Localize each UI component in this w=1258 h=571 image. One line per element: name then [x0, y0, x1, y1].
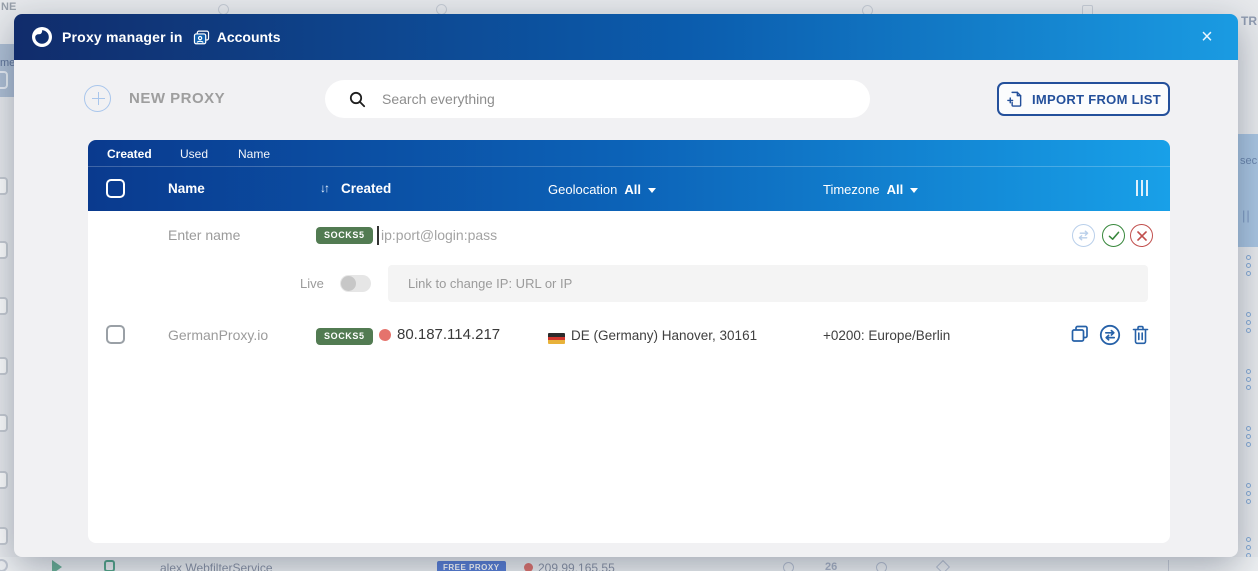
- avatar: [0, 559, 8, 571]
- tab-name[interactable]: Name: [238, 147, 270, 161]
- background-text-fragment: ||: [1242, 208, 1251, 223]
- live-label: Live: [300, 276, 324, 291]
- kebab-menu-icon: [1246, 483, 1252, 507]
- browser-icon: [104, 560, 115, 571]
- new-proxy-label: NEW PROXY: [129, 90, 226, 107]
- sort-tabs: Created Used Name: [88, 140, 1170, 167]
- import-file-icon: [1007, 91, 1022, 107]
- kebab-menu-icon: [1246, 255, 1252, 279]
- search-bar: [325, 80, 870, 118]
- change-ip-link-input[interactable]: [388, 265, 1148, 302]
- copy-icon[interactable]: [1070, 324, 1090, 344]
- tab-used[interactable]: Used: [180, 147, 208, 161]
- new-proxy-button[interactable]: NEW PROXY: [84, 85, 225, 112]
- background-checkbox: [0, 471, 8, 489]
- column-header-row: Name ↓↑ Created Geolocation All Timezone A…: [88, 167, 1170, 210]
- toggle-knob: [341, 276, 356, 291]
- proxy-address-input[interactable]: [381, 221, 681, 249]
- profile-name: alex WebfilterService: [160, 561, 273, 571]
- background-right-header: sec ||: [1238, 134, 1258, 247]
- search-input[interactable]: [382, 91, 802, 107]
- background-text-fragment: sec: [1240, 155, 1258, 167]
- protocol-badge: SOCKS5: [316, 328, 373, 345]
- background-icon-fragment: [783, 562, 794, 571]
- column-name: Name: [168, 181, 205, 196]
- search-icon: [349, 91, 366, 107]
- chevron-down-icon: [910, 188, 919, 194]
- accounts-icon: [193, 30, 210, 45]
- background-checkbox: [0, 414, 8, 432]
- text-cursor: [377, 226, 379, 245]
- status-dot: [524, 563, 533, 571]
- protocol-badge[interactable]: SOCKS5: [316, 227, 373, 244]
- modal-title: Proxy manager in: [62, 29, 183, 45]
- count-fragment: 26: [825, 561, 838, 571]
- play-icon: [52, 560, 62, 571]
- proxy-name-input[interactable]: [168, 221, 308, 249]
- geolocation-filter-value: All: [624, 182, 642, 197]
- background-checkbox: [0, 527, 8, 545]
- timezone-filter[interactable]: Timezone All: [823, 182, 919, 197]
- background-text-fragment: TR: [1241, 14, 1257, 28]
- background-checkbox: [0, 297, 8, 315]
- status-dot: [379, 329, 391, 341]
- timezone-filter-value: All: [886, 182, 904, 197]
- proxy-table: Created Used Name Name ↓↑ Created Geoloc…: [88, 140, 1170, 543]
- live-toggle[interactable]: [340, 275, 371, 292]
- columns-settings-icon[interactable]: [1136, 180, 1148, 196]
- modal-header: Proxy manager in Accounts ×: [14, 14, 1238, 60]
- screen: NE me TR sec || alex WebfilterService FR…: [0, 0, 1258, 571]
- background-text-fragment: NE: [1, 1, 17, 13]
- kebab-menu-icon: [1246, 369, 1252, 393]
- confirm-icon[interactable]: [1102, 224, 1125, 247]
- proxy-timezone: +0200: Europe/Berlin: [823, 328, 951, 343]
- column-timezone: Timezone: [823, 182, 880, 197]
- column-created[interactable]: Created: [341, 181, 391, 196]
- germany-flag-icon: [548, 333, 565, 344]
- select-all-checkbox[interactable]: [106, 179, 125, 198]
- import-from-list-button[interactable]: IMPORT FROM LIST: [997, 82, 1170, 116]
- row-checkbox[interactable]: [106, 325, 125, 344]
- delete-icon[interactable]: [1131, 324, 1150, 345]
- tab-created[interactable]: Created: [107, 147, 152, 161]
- column-geolocation: Geolocation: [548, 182, 618, 197]
- background-icon-fragment: [876, 562, 887, 571]
- geolocation-filter[interactable]: Geolocation All: [548, 182, 657, 197]
- modal-context: Accounts: [216, 29, 281, 45]
- background-checkbox: [0, 71, 8, 89]
- import-label: IMPORT FROM LIST: [1031, 91, 1161, 107]
- plus-circle-icon: [84, 85, 111, 112]
- background-checkbox: [0, 177, 8, 195]
- background-text-fragment: me: [0, 57, 16, 69]
- background-checkbox: [0, 357, 8, 375]
- background-checkbox: [0, 241, 8, 259]
- proxy-ip: 209.99.165.55: [538, 561, 615, 571]
- proxy-ip: 80.187.114.217: [397, 326, 501, 343]
- kebab-menu-icon: [1246, 312, 1252, 336]
- table-header-area: Created Used Name Name ↓↑ Created Geoloc…: [88, 140, 1170, 211]
- proxy-type-badge: FREE PROXY: [437, 561, 506, 571]
- cancel-icon[interactable]: [1130, 224, 1153, 247]
- kebab-menu-icon: [1246, 426, 1252, 450]
- browser-logo-icon: [32, 27, 52, 47]
- proxy-geolocation: DE (Germany) Hanover, 30161: [571, 328, 758, 343]
- chevron-down-icon: [648, 188, 657, 194]
- check-proxy-icon[interactable]: [1072, 224, 1095, 247]
- proxy-manager-modal: Proxy manager in Accounts × NEW PROXY Se…: [14, 14, 1238, 557]
- sort-direction-icon[interactable]: ↓↑: [320, 181, 330, 195]
- table-body: SOCKS5: [88, 211, 1170, 543]
- change-ip-icon[interactable]: [1099, 324, 1121, 346]
- background-bottom-row: alex WebfilterService FREE PROXY 209.99.…: [0, 557, 1258, 571]
- proxy-name: GermanProxy.io: [168, 327, 269, 343]
- background-icon-fragment: [935, 559, 951, 571]
- divider: [1168, 560, 1169, 571]
- close-icon[interactable]: ×: [1194, 24, 1220, 50]
